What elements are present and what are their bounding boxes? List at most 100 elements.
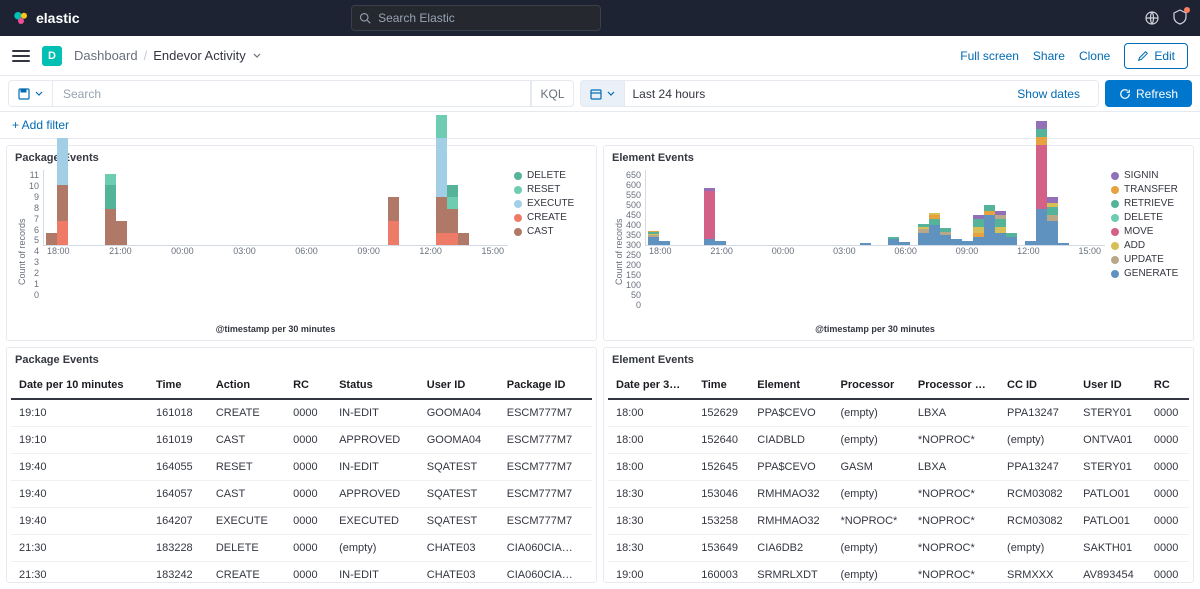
refresh-button[interactable]: Refresh xyxy=(1105,80,1192,107)
nav-toggle-icon[interactable] xyxy=(12,47,30,65)
add-filter-button[interactable]: + Add filter xyxy=(12,118,69,132)
table-row[interactable]: 19:10161019CAST0000APPROVEDGOOMA04ESCM77… xyxy=(11,427,592,454)
bar-stack[interactable] xyxy=(659,241,670,245)
bar-stack[interactable] xyxy=(116,221,127,245)
x-axis-label: @timestamp per 30 minutes xyxy=(645,324,1105,334)
bar-stack[interactable] xyxy=(940,228,951,245)
bar-stack[interactable] xyxy=(984,205,995,245)
table-row[interactable]: 18:00152629PPA$CEVO(empty)LBXAPPA13247ST… xyxy=(608,399,1189,427)
bar-stack[interactable] xyxy=(951,239,962,245)
legend-item[interactable]: MOVE xyxy=(1111,226,1185,237)
bar-stack[interactable] xyxy=(929,213,940,245)
element-table[interactable]: Date per 3…TimeElementProcessorProcessor… xyxy=(608,372,1189,582)
col-header[interactable]: Action xyxy=(208,372,285,399)
table-row[interactable]: 18:00152640CIADBLD(empty)*NOPROC*(empty)… xyxy=(608,427,1189,454)
package-table[interactable]: Date per 10 minutesTimeActionRCStatusUse… xyxy=(11,372,592,582)
bar-stack[interactable] xyxy=(1036,121,1047,245)
legend-item[interactable]: RETRIEVE xyxy=(1111,198,1185,209)
bar-stack[interactable] xyxy=(46,233,57,245)
table-row[interactable]: 19:00160003SRMRLXDT(empty)*NOPROC*SRMXXX… xyxy=(608,562,1189,583)
col-header[interactable]: Date per 10 minutes xyxy=(11,372,148,399)
legend-item[interactable]: CREATE xyxy=(514,212,588,223)
table-row[interactable]: 18:30153649CIA6DB2(empty)*NOPROC*(empty)… xyxy=(608,535,1189,562)
legend-item[interactable]: SIGNIN xyxy=(1111,170,1185,181)
col-header[interactable]: RC xyxy=(285,372,331,399)
legend-item[interactable]: DELETE xyxy=(1111,212,1185,223)
bar-stack[interactable] xyxy=(715,241,726,245)
bar-stack[interactable] xyxy=(918,224,929,245)
kql-toggle[interactable]: KQL xyxy=(531,80,573,107)
col-header[interactable]: Time xyxy=(148,372,208,399)
bar-stack[interactable] xyxy=(888,237,899,245)
table-row[interactable]: 21:30183228DELETE0000(empty)CHATE03CIA06… xyxy=(11,535,592,562)
legend-item[interactable]: GENERATE xyxy=(1111,268,1185,279)
table-row[interactable]: 19:40164207EXECUTE0000EXECUTEDSQATESTESC… xyxy=(11,508,592,535)
col-header[interactable]: Time xyxy=(693,372,749,399)
bar-stack[interactable] xyxy=(1047,197,1058,245)
query-input[interactable]: Search xyxy=(53,80,531,107)
bar-stack[interactable] xyxy=(973,215,984,245)
bar-stack[interactable] xyxy=(1006,233,1017,245)
bar-stack[interactable] xyxy=(447,185,458,244)
clone-link[interactable]: Clone xyxy=(1079,49,1110,63)
bar-stack[interactable] xyxy=(436,115,447,245)
chart-element[interactable]: Count of records 65060055050045040035030… xyxy=(604,170,1193,340)
bar-stack[interactable] xyxy=(648,231,659,245)
elastic-logo[interactable]: elastic xyxy=(12,9,80,27)
table-row[interactable]: 18:30153258RMHMAO32*NOPROC**NOPROC*RCM03… xyxy=(608,508,1189,535)
show-dates-link[interactable]: Show dates xyxy=(1017,87,1080,101)
elastic-logo-icon xyxy=(12,9,30,27)
legend-item[interactable]: UPDATE xyxy=(1111,254,1185,265)
col-header[interactable]: Date per 3… xyxy=(608,372,693,399)
col-header[interactable]: Status xyxy=(331,372,419,399)
table-row[interactable]: 19:40164057CAST0000APPROVEDSQATESTESCM77… xyxy=(11,481,592,508)
chevron-down-icon[interactable] xyxy=(252,51,262,61)
breadcrumb-current[interactable]: Endevor Activity xyxy=(153,48,246,63)
col-header[interactable]: Element xyxy=(749,372,832,399)
global-search-input[interactable] xyxy=(351,5,601,31)
share-link[interactable]: Share xyxy=(1033,49,1065,63)
bar-stack[interactable] xyxy=(105,174,116,245)
chart-bars xyxy=(44,170,508,245)
col-header[interactable]: RC xyxy=(1146,372,1189,399)
bar-stack[interactable] xyxy=(860,243,871,245)
table-row[interactable]: 18:00152645PPA$CEVOGASMLBXAPPA13247STERY… xyxy=(608,454,1189,481)
table-row[interactable]: 19:10161018CREATE0000IN-EDITGOOMA04ESCM7… xyxy=(11,399,592,427)
edit-button[interactable]: Edit xyxy=(1124,43,1188,69)
col-header[interactable]: Package ID xyxy=(499,372,592,399)
legend-item[interactable]: DELETE xyxy=(514,170,588,181)
date-range[interactable]: Last 24 hours Show dates xyxy=(625,80,1099,107)
bar-stack[interactable] xyxy=(1058,243,1069,245)
bar-stack[interactable] xyxy=(388,197,399,244)
y-axis-ticks: 11109876543210 xyxy=(29,170,43,300)
app-badge[interactable]: D xyxy=(42,46,62,66)
help-icon[interactable] xyxy=(1172,9,1188,28)
bar-stack[interactable] xyxy=(962,241,973,245)
newsfeed-icon[interactable] xyxy=(1144,10,1160,26)
bar-stack[interactable] xyxy=(458,233,469,245)
refresh-label: Refresh xyxy=(1136,87,1178,101)
legend-item[interactable]: EXECUTE xyxy=(514,198,588,209)
col-header[interactable]: Processor … xyxy=(910,372,999,399)
col-header[interactable]: Processor xyxy=(833,372,910,399)
table-row[interactable]: 19:40164055RESET0000IN-EDITSQATESTESCM77… xyxy=(11,454,592,481)
fullscreen-link[interactable]: Full screen xyxy=(960,49,1019,63)
date-quick-button[interactable] xyxy=(580,80,625,107)
bar-stack[interactable] xyxy=(995,211,1006,245)
chart-package[interactable]: Count of records 11109876543210 18:0021:… xyxy=(7,170,596,340)
table-row[interactable]: 18:30153046RMHMAO32(empty)*NOPROC*RCM030… xyxy=(608,481,1189,508)
col-header[interactable]: User ID xyxy=(419,372,499,399)
col-header[interactable]: CC ID xyxy=(999,372,1075,399)
bar-stack[interactable] xyxy=(899,242,910,245)
breadcrumb-root[interactable]: Dashboard xyxy=(74,48,138,63)
saved-query-button[interactable] xyxy=(8,80,53,107)
table-row[interactable]: 21:30183242CREATE0000IN-EDITCHATE03CIA06… xyxy=(11,562,592,583)
bar-stack[interactable] xyxy=(57,138,68,244)
col-header[interactable]: User ID xyxy=(1075,372,1146,399)
legend-item[interactable]: TRANSFER xyxy=(1111,184,1185,195)
bar-stack[interactable] xyxy=(1025,241,1036,245)
legend-item[interactable]: CAST xyxy=(514,226,588,237)
bar-stack[interactable] xyxy=(704,188,715,245)
legend-item[interactable]: ADD xyxy=(1111,240,1185,251)
legend-item[interactable]: RESET xyxy=(514,184,588,195)
